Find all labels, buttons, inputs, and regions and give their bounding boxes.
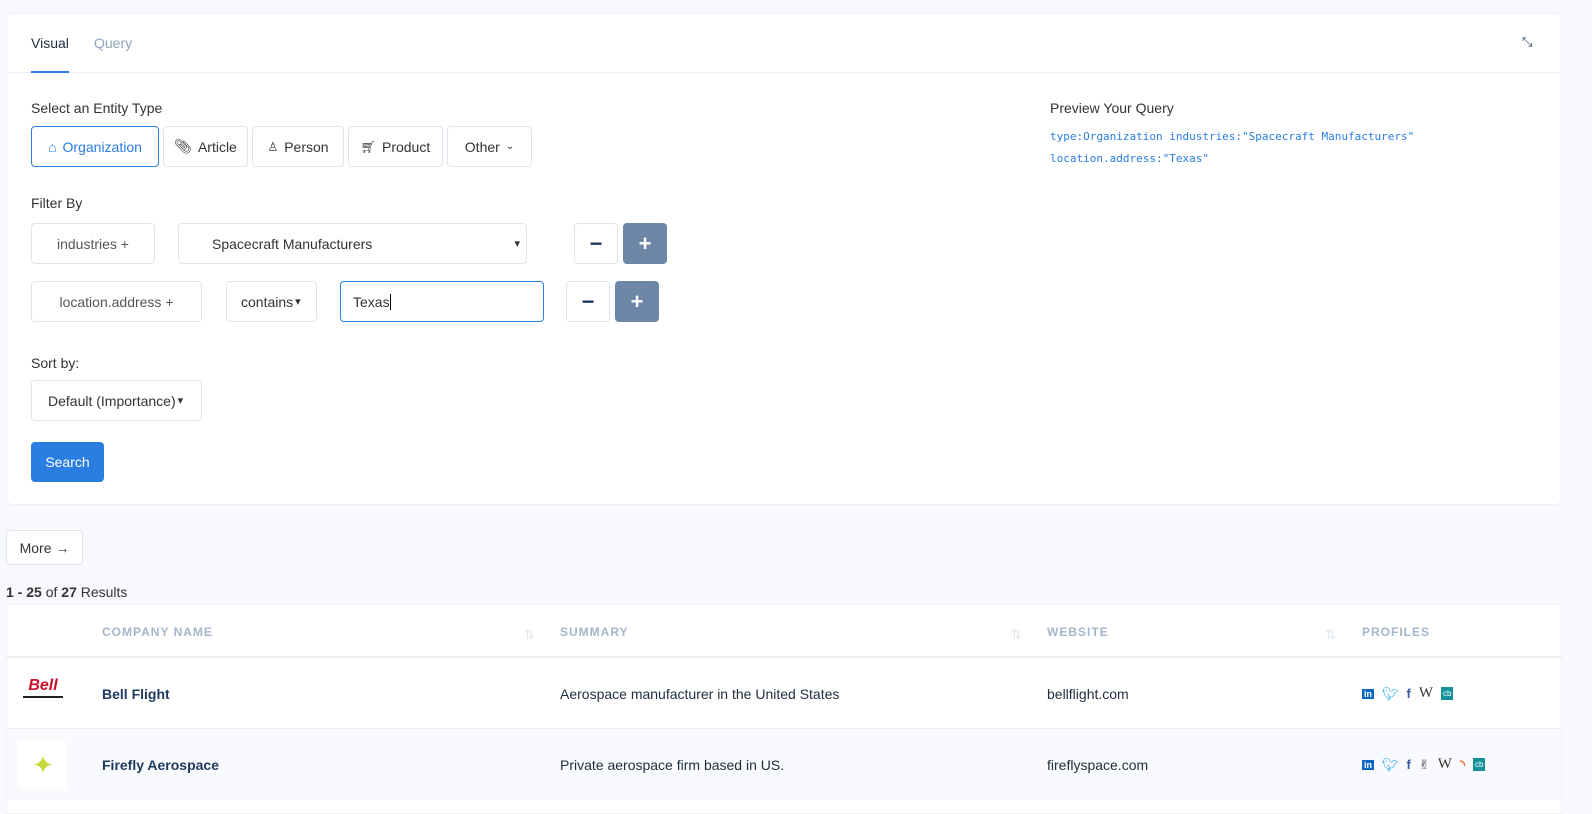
header-profiles: PROFILES bbox=[1362, 625, 1431, 639]
chevron-down-icon: ▾ bbox=[295, 296, 301, 308]
sort-icon[interactable]: ⇅ bbox=[1325, 627, 1336, 643]
sort-icon[interactable]: ⇅ bbox=[524, 627, 535, 643]
operator-select[interactable]: contains ▾ bbox=[226, 281, 317, 322]
tab-query[interactable]: Query bbox=[94, 35, 132, 51]
query-preview: type:Organization industries:"Spacecraft… bbox=[1050, 126, 1414, 170]
filter-value-input[interactable]: Texas bbox=[340, 281, 544, 322]
person-icon: ♙ bbox=[267, 139, 279, 154]
remove-filter-button[interactable]: − bbox=[566, 281, 610, 322]
other-label: Other bbox=[464, 138, 500, 155]
wikipedia-icon[interactable]: W bbox=[1419, 685, 1433, 702]
twitter-icon[interactable]: 🐦︎ bbox=[1382, 686, 1399, 702]
filter-field-location[interactable]: location.address + bbox=[31, 281, 202, 322]
header-website[interactable]: WEBSITE bbox=[1047, 625, 1109, 639]
operator-text: contains bbox=[241, 293, 294, 310]
results-suffix: Results bbox=[80, 584, 128, 600]
entity-type-label: Select an Entity Type bbox=[31, 100, 163, 116]
filter-field-industries[interactable]: industries + bbox=[31, 223, 155, 264]
paperclip-icon: 📎︎ bbox=[174, 138, 192, 154]
results-range: 1 - 25 bbox=[6, 584, 42, 600]
home-icon: ⌂ bbox=[48, 138, 57, 155]
firefly-logo: ✦ bbox=[19, 741, 67, 789]
linkedin-icon[interactable]: in bbox=[1362, 688, 1374, 699]
facebook-icon[interactable]: f bbox=[1407, 686, 1411, 701]
table-row[interactable]: ✦ Firefly Aerospace Private aerospace fi… bbox=[7, 728, 1561, 800]
preview-title: Preview Your Query bbox=[1050, 100, 1174, 116]
chevron-down-icon: ▾ bbox=[177, 395, 184, 407]
filter-input-text: Texas bbox=[353, 293, 390, 310]
company-website[interactable]: bellflight.com bbox=[1047, 686, 1129, 702]
entity-article-button[interactable]: 📎︎ Article bbox=[163, 126, 248, 167]
chevron-down-icon: ⌄ bbox=[505, 141, 515, 152]
linkedin-icon[interactable]: in bbox=[1362, 759, 1374, 770]
profile-links: in 🐦︎ f ✌︎ W ◝ cb bbox=[1362, 756, 1486, 773]
filter-value-text: Spacecraft Manufacturers bbox=[212, 235, 373, 252]
crunchbase-icon[interactable]: cb bbox=[1441, 687, 1454, 700]
collapse-arrows-icon[interactable]: ⤡ bbox=[1522, 34, 1532, 50]
company-name[interactable]: Firefly Aerospace bbox=[102, 757, 219, 773]
entity-other-dropdown[interactable]: Other ⌄ bbox=[447, 126, 532, 167]
person-label: Person bbox=[284, 138, 329, 155]
company-website[interactable]: fireflyspace.com bbox=[1047, 757, 1148, 773]
wikipedia-icon[interactable]: W bbox=[1438, 756, 1452, 773]
sort-icon[interactable]: ⇅ bbox=[1011, 627, 1022, 643]
sort-label: Sort by: bbox=[31, 355, 80, 371]
results-total: 27 bbox=[61, 584, 77, 600]
cart-icon: 🛒︎ bbox=[360, 139, 376, 154]
sort-select[interactable]: Default (Importance) ▾ bbox=[31, 380, 202, 421]
tab-bar: Visual Query ⤡ bbox=[7, 14, 1561, 73]
header-summary[interactable]: SUMMARY bbox=[560, 625, 629, 639]
query-line: location.address:"Texas" bbox=[1050, 152, 1209, 165]
remove-filter-button[interactable]: − bbox=[574, 223, 618, 264]
filter-by-label: Filter By bbox=[31, 195, 83, 211]
more-button[interactable]: More → bbox=[6, 530, 83, 565]
add-filter-button[interactable]: + bbox=[623, 223, 667, 264]
article-label: Article bbox=[197, 138, 237, 155]
organization-label: Organization bbox=[62, 138, 142, 155]
add-filter-button[interactable]: + bbox=[615, 281, 659, 322]
facebook-icon[interactable]: f bbox=[1407, 757, 1411, 772]
company-logo: Bell bbox=[19, 678, 67, 708]
rss-icon[interactable]: ◝ bbox=[1460, 757, 1465, 773]
header-company-name[interactable]: COMPANY NAME bbox=[102, 625, 213, 639]
results-of: of bbox=[45, 584, 58, 600]
entity-product-button[interactable]: 🛒︎ Product bbox=[348, 126, 443, 167]
angellist-icon[interactable]: ✌︎ bbox=[1419, 757, 1430, 773]
company-summary: Aerospace manufacturer in the United Sta… bbox=[560, 686, 840, 702]
twitter-icon[interactable]: 🐦︎ bbox=[1382, 757, 1399, 773]
crunchbase-icon[interactable]: cb bbox=[1472, 758, 1486, 771]
table-row[interactable]: Bell Bell Flight Aerospace manufacturer … bbox=[7, 656, 1561, 728]
query-builder-card: Visual Query ⤡ Select an Entity Type ⌂ Or… bbox=[6, 13, 1562, 505]
query-line: type:Organization industries:"Spacecraft… bbox=[1050, 130, 1415, 143]
results-table: COMPANY NAME ⇅ SUMMARY ⇅ WEBSITE ⇅ PROFI… bbox=[6, 604, 1562, 814]
product-label: Product bbox=[381, 138, 431, 155]
sort-value: Default (Importance) bbox=[48, 392, 176, 409]
search-button[interactable]: Search bbox=[31, 442, 104, 482]
entity-organization-button[interactable]: ⌂ Organization bbox=[31, 126, 159, 167]
company-name[interactable]: Bell Flight bbox=[102, 686, 170, 702]
tab-visual[interactable]: Visual bbox=[31, 35, 69, 73]
chevron-down-icon: ▾ bbox=[514, 238, 520, 250]
entity-person-button[interactable]: ♙ Person bbox=[252, 126, 344, 167]
bell-logo-text: Bell bbox=[28, 677, 58, 694]
profile-links: in 🐦︎ f W cb bbox=[1362, 685, 1454, 702]
company-summary: Private aerospace firm based in US. bbox=[560, 757, 785, 773]
filter-value-select[interactable]: Spacecraft Manufacturers ▾ bbox=[178, 223, 527, 264]
results-count: 1 - 25 of 27 Results bbox=[6, 584, 127, 600]
